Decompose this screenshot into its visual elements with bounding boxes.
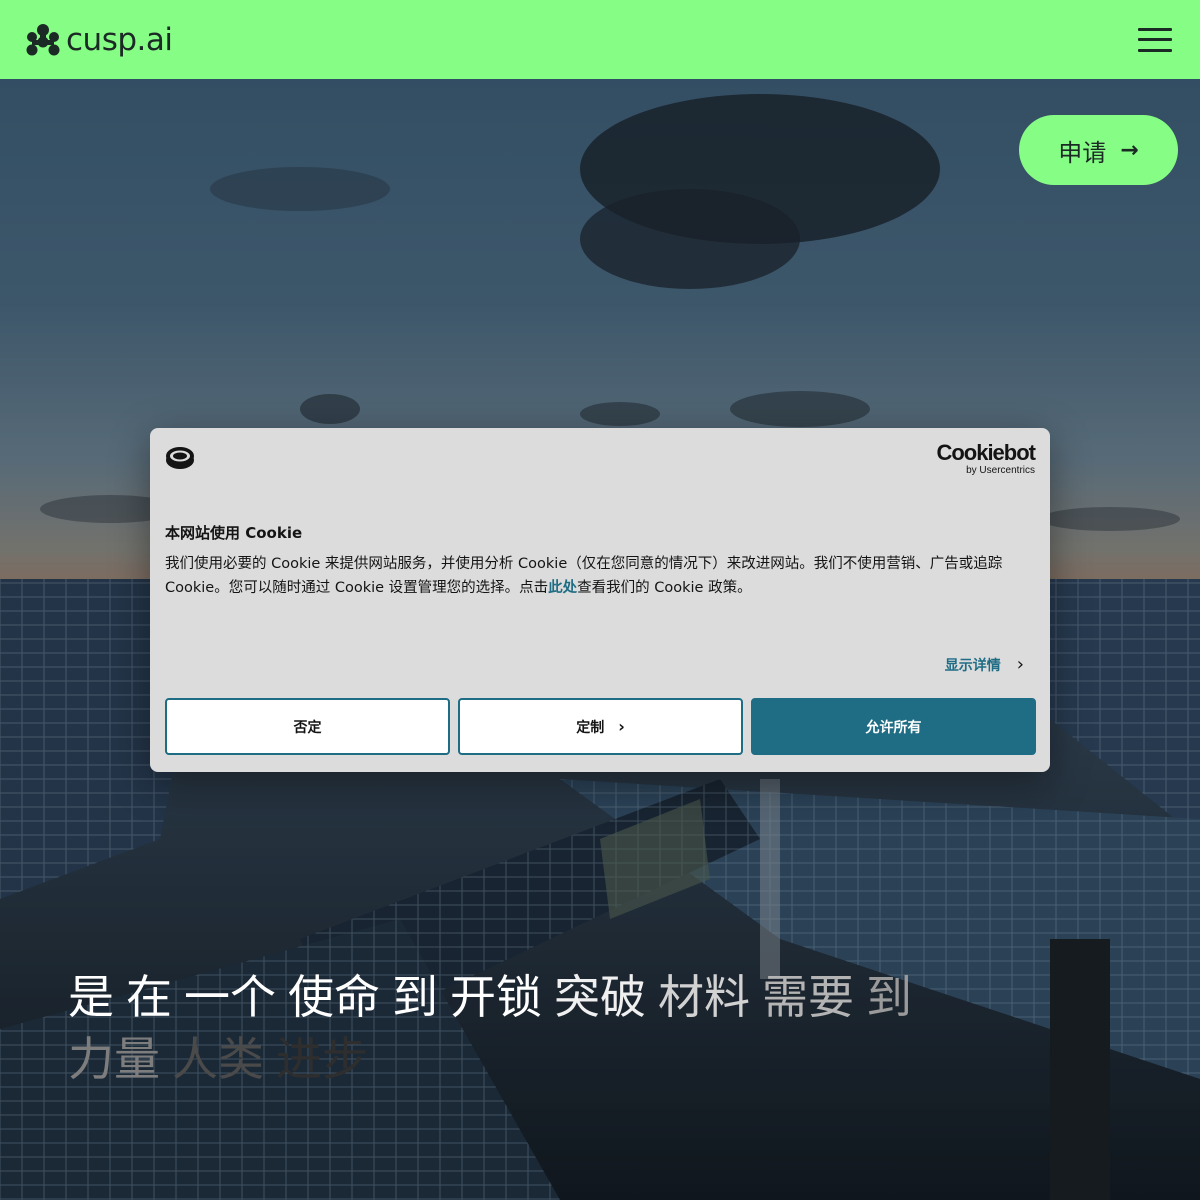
cookie-button-row: 否定 定制 › 允许所有 <box>165 698 1036 755</box>
headline-word: 材料 <box>658 970 750 1024</box>
site-header: cusp.ai <box>0 0 1200 79</box>
allow-all-label: 允许所有 <box>865 719 922 736</box>
cookie-consent-dialog: Cookiebot by Usercentrics 本网站使用 Cookie 我… <box>150 428 1050 772</box>
cusp-logo-icon <box>26 23 60 55</box>
cookiebot-by: by Usercentrics <box>966 465 1035 476</box>
deny-label: 否定 <box>293 719 322 736</box>
menu-bar <box>1138 27 1172 31</box>
headline-word: 一个 <box>184 970 276 1024</box>
logo-link[interactable]: cusp.ai <box>24 21 173 58</box>
chevron-right-icon: › <box>1016 654 1024 675</box>
headline-word: 使命 <box>288 970 380 1024</box>
apply-label: 申请 <box>1058 138 1107 167</box>
apply-button[interactable]: 申请 → <box>1019 115 1178 185</box>
menu-bar <box>1138 48 1172 52</box>
headline-word: 人类 <box>172 1032 264 1086</box>
cookiebot-logo[interactable]: Cookiebot by Usercentrics <box>936 440 1036 477</box>
hamburger-menu-icon[interactable] <box>1138 27 1172 52</box>
headline-word: 进步 <box>276 1032 368 1086</box>
chevron-right-icon: › <box>618 717 625 736</box>
headline-word: 开锁 <box>450 970 542 1024</box>
headline-word: 到 <box>392 970 438 1024</box>
cookie-description: 我们使用必要的 Cookie 来提供网站服务，并使用分析 Cookie（仅在您同… <box>165 552 1035 600</box>
menu-bar <box>1138 38 1172 41</box>
cookie-title: 本网站使用 Cookie <box>165 524 303 542</box>
cookie-policy-link[interactable]: 此处 <box>548 580 577 596</box>
headline-word: 力量 <box>68 1032 160 1086</box>
deny-button[interactable]: 否定 <box>165 698 450 755</box>
customize-button[interactable]: 定制 › <box>458 698 743 755</box>
show-details-link[interactable]: 显示详情 › <box>945 654 1024 675</box>
allow-all-button[interactable]: 允许所有 <box>751 698 1036 755</box>
cookiebot-brand: Cookiebot <box>936 440 1036 465</box>
headline-word: 突破 <box>554 970 646 1024</box>
show-details-label: 显示详情 <box>944 657 1001 674</box>
arrow-right-icon: → <box>1120 137 1139 163</box>
headline-word: 在 <box>126 970 172 1024</box>
cookie-icon <box>166 447 194 469</box>
customize-label: 定制 <box>576 719 605 736</box>
headline-word: 到 <box>866 970 912 1024</box>
headline-word: 需要 <box>762 970 854 1024</box>
headline-word: 是 <box>68 970 114 1024</box>
hero-headline: 是在一个 使命到开锁 突破 材料 需要 到力量 人类 进步 <box>68 966 948 1090</box>
logo-text: cusp.ai <box>66 21 173 58</box>
cookie-text-part2: 查看我们的 Cookie 政策。 <box>577 580 752 596</box>
